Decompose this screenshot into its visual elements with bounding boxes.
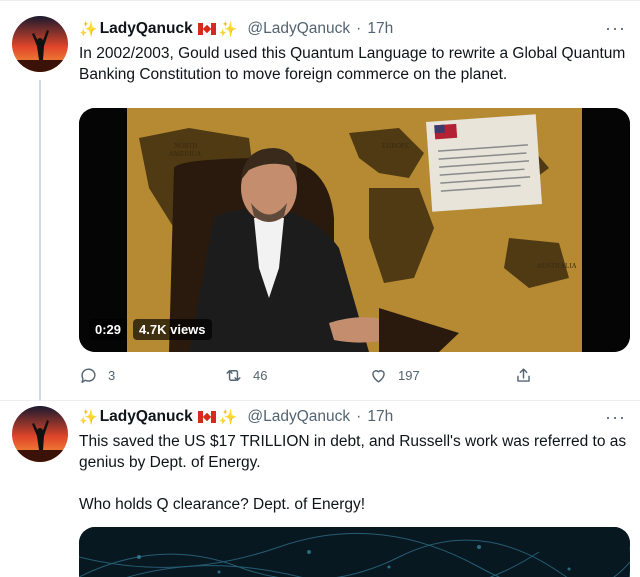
share-button[interactable]: [514, 366, 544, 385]
reply-count: 3: [108, 368, 116, 383]
tweet-1[interactable]: ✨ LadyQanuck ✨ @LadyQanuck · 17h ··· In …: [0, 0, 640, 400]
tweet-text: In 2002/2003, Gould used this Quantum La…: [79, 45, 626, 83]
heart-icon: [372, 370, 385, 383]
like-button[interactable]: 197: [369, 366, 514, 385]
timestamp[interactable]: 17h: [367, 20, 393, 38]
video-player[interactable]: [79, 527, 630, 577]
retweet-button[interactable]: 46: [224, 366, 369, 385]
display-name[interactable]: LadyQanuck: [100, 408, 193, 426]
user-handle[interactable]: @LadyQanuck: [247, 408, 350, 426]
sparkle-icon: ✨: [218, 21, 238, 38]
video-views: 4.7K views: [133, 319, 212, 340]
retweet-icon: [226, 370, 241, 381]
tweet-actions: 3 46 197: [79, 366, 549, 385]
separator-dot: ·: [356, 408, 362, 425]
display-name[interactable]: LadyQanuck: [100, 20, 193, 38]
sparkle-icon: ✨: [79, 21, 98, 38]
tweet-text-line1: This saved the US $17 TRILLION in debt, …: [79, 433, 627, 471]
tweet-header: ✨ LadyQanuck ✨ @LadyQanuck · 17h: [79, 20, 393, 38]
sparkle-icon: ✨: [79, 409, 98, 426]
video-overlay: 0:29 4.7K views: [89, 319, 212, 340]
separator-dot: ·: [356, 20, 362, 37]
svg-text:EUROPE: EUROPE: [382, 142, 409, 150]
svg-text:AMERICA: AMERICA: [169, 150, 201, 158]
user-handle[interactable]: @LadyQanuck: [247, 20, 350, 38]
video-duration: 0:29: [89, 319, 128, 340]
reply-icon: [81, 368, 96, 383]
avatar[interactable]: [12, 406, 68, 462]
canada-flag-icon: [197, 23, 216, 35]
more-options-icon[interactable]: ···: [605, 18, 626, 39]
video-frame: NORTH AMERICA EUROPE AUSTRALIA: [79, 108, 630, 352]
tweet-header: ✨ LadyQanuck ✨ @LadyQanuck · 17h: [79, 408, 393, 426]
more-options-icon[interactable]: ···: [605, 407, 626, 428]
video-frame: [79, 527, 630, 577]
svg-text:AUSTRALIA: AUSTRALIA: [537, 262, 577, 270]
tweet-text-line2: Who holds Q clearance? Dept. of Energy!: [79, 496, 366, 513]
avatar[interactable]: [12, 16, 68, 72]
sparkle-icon: ✨: [218, 409, 238, 426]
retweet-count: 46: [253, 368, 268, 383]
svg-text:NORTH: NORTH: [174, 142, 198, 150]
reply-button[interactable]: 3: [79, 366, 224, 385]
canada-flag-icon: [197, 411, 216, 423]
share-icon: [517, 368, 530, 382]
video-player[interactable]: NORTH AMERICA EUROPE AUSTRALIA 0:29 4.7K…: [79, 108, 630, 352]
timestamp[interactable]: 17h: [367, 408, 393, 426]
like-count: 197: [398, 368, 420, 383]
